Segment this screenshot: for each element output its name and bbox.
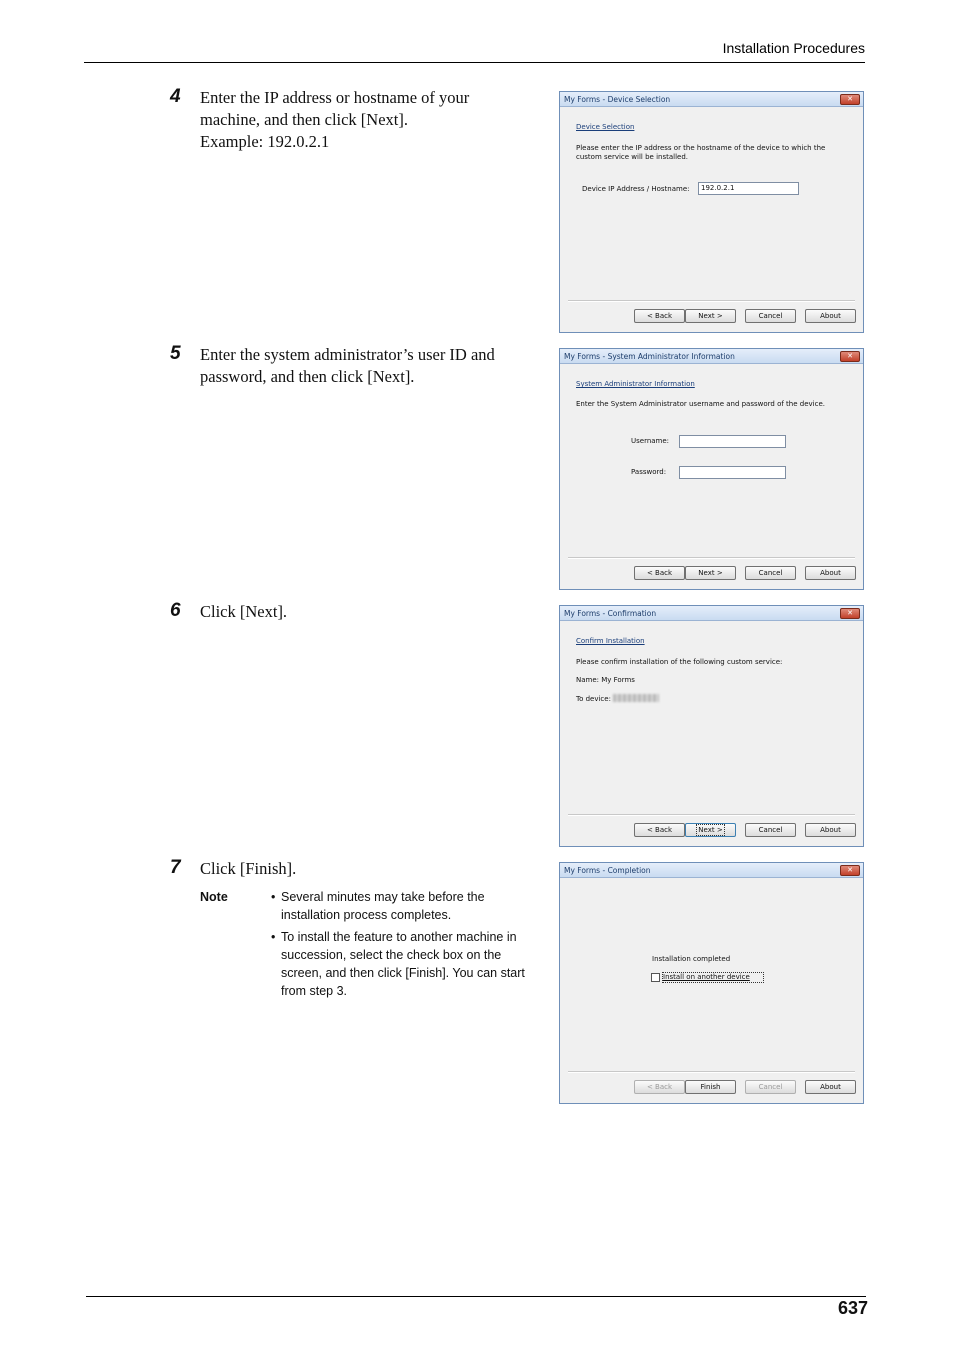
dialog-description: Please confirm installation of the follo… xyxy=(576,658,783,666)
dialog-separator xyxy=(568,300,855,302)
about-button[interactable]: About xyxy=(805,566,856,580)
target-device-line: To device: xyxy=(576,694,846,704)
step-4-text: Enter the IP address or hostname of your… xyxy=(200,87,535,153)
install-another-checkbox[interactable] xyxy=(651,973,660,982)
page-number: 637 xyxy=(837,1298,868,1318)
button-label: About xyxy=(820,1083,841,1091)
completion-dialog: My Forms - Completion ✕ Installation com… xyxy=(559,862,864,1104)
step-line: Click [Next]. xyxy=(200,602,288,621)
dialog-title: My Forms - Completion xyxy=(564,866,651,875)
next-button[interactable]: Next > xyxy=(685,566,736,580)
back-button[interactable]: < Back xyxy=(634,566,685,580)
button-label: Cancel xyxy=(758,312,783,320)
step-5-text: Enter the system administrator’s user ID… xyxy=(200,344,535,388)
header-rule xyxy=(84,62,865,63)
back-button[interactable]: < Back xyxy=(634,309,685,323)
dialog-separator xyxy=(568,557,855,559)
step-line: Enter the IP address or hostname of your xyxy=(200,88,470,107)
button-label: Finish xyxy=(700,1083,721,1091)
next-button[interactable]: Next > xyxy=(685,309,736,323)
step-7-text: Click [Finish]. xyxy=(200,858,535,880)
device-address-label: Device IP Address / Hostname: xyxy=(582,185,690,193)
cancel-button[interactable]: Cancel xyxy=(745,566,796,580)
step-6-number: 6 xyxy=(170,600,181,621)
device-address-input[interactable]: 192.0.2.1 xyxy=(698,182,799,195)
note-list: Several minutes may take before the inst… xyxy=(270,888,542,1004)
close-icon[interactable]: ✕ xyxy=(840,608,860,619)
button-label: < Back xyxy=(646,826,673,834)
back-button[interactable]: < Back xyxy=(634,823,685,837)
dialog-separator xyxy=(568,814,855,816)
step-line: password, and then click [Next]. xyxy=(200,367,415,386)
step-line: machine, and then click [Next]. xyxy=(200,110,408,129)
confirmation-dialog: My Forms - Confirmation ✕ Confirm Instal… xyxy=(559,605,864,847)
next-button[interactable]: Next > xyxy=(685,823,736,837)
dialog-heading: Device Selection xyxy=(576,123,635,131)
redacted-device-address xyxy=(612,694,659,702)
dialog-separator xyxy=(568,1071,855,1073)
dialog-title: My Forms - System Administrator Informat… xyxy=(564,352,735,361)
button-label: Cancel xyxy=(758,1083,783,1091)
dialog-heading: System Administrator Information xyxy=(576,380,695,388)
close-icon[interactable]: ✕ xyxy=(840,94,860,105)
dialog-title-bar: My Forms - System Administrator Informat… xyxy=(560,349,863,364)
dialog-title-bar: My Forms - Confirmation ✕ xyxy=(560,606,863,621)
admin-info-dialog: My Forms - System Administrator Informat… xyxy=(559,348,864,590)
button-label: < Back xyxy=(646,569,673,577)
step-5-number: 5 xyxy=(170,343,181,364)
page-header-title: Installation Procedures xyxy=(722,40,865,56)
username-label: Username: xyxy=(631,437,670,445)
dialog-title: My Forms - Device Selection xyxy=(564,95,671,104)
target-device-label: To device: xyxy=(576,695,611,703)
back-button[interactable]: < Back xyxy=(634,1080,685,1094)
close-icon[interactable]: ✕ xyxy=(840,865,860,876)
completion-message: Installation completed xyxy=(652,955,731,963)
button-label: Next > xyxy=(698,312,723,320)
close-icon[interactable]: ✕ xyxy=(840,351,860,362)
device-selection-dialog: My Forms - Device Selection ✕ Device Sel… xyxy=(559,91,864,333)
step-line: Click [Finish]. xyxy=(200,859,297,878)
button-label: About xyxy=(820,569,841,577)
about-button[interactable]: About xyxy=(805,1080,856,1094)
step-7-number: 7 xyxy=(170,857,181,878)
about-button[interactable]: About xyxy=(805,823,856,837)
button-label: Cancel xyxy=(758,826,783,834)
dialog-title-bar: My Forms - Completion ✕ xyxy=(560,863,863,878)
install-another-label[interactable]: Install on another device xyxy=(662,972,764,983)
note-item: Several minutes may take before the inst… xyxy=(270,888,542,924)
cancel-button[interactable]: Cancel xyxy=(745,309,796,323)
button-label: < Back xyxy=(646,1083,673,1091)
footer-rule xyxy=(86,1296,866,1297)
button-label: < Back xyxy=(646,312,673,320)
about-button[interactable]: About xyxy=(805,309,856,323)
step-line: Enter the system administrator’s user ID… xyxy=(200,345,495,364)
cancel-button[interactable]: Cancel xyxy=(745,1080,796,1094)
button-label: Next > xyxy=(698,569,723,577)
service-name-line: Name: My Forms xyxy=(576,676,635,684)
finish-button[interactable]: Finish xyxy=(685,1080,736,1094)
dialog-description: Please enter the IP address or the hostn… xyxy=(576,144,826,161)
button-label: Next > xyxy=(696,824,725,836)
note-label: Note xyxy=(200,890,228,904)
step-6-text: Click [Next]. xyxy=(200,601,535,623)
password-input[interactable] xyxy=(679,466,786,479)
note-item: To install the feature to another machin… xyxy=(270,928,542,1000)
cancel-button[interactable]: Cancel xyxy=(745,823,796,837)
step-4-number: 4 xyxy=(170,86,181,107)
button-label: Cancel xyxy=(758,569,783,577)
dialog-title: My Forms - Confirmation xyxy=(564,609,657,618)
dialog-title-bar: My Forms - Device Selection ✕ xyxy=(560,92,863,107)
password-label: Password: xyxy=(631,468,667,476)
button-label: About xyxy=(820,312,841,320)
step-line: Example: 192.0.2.1 xyxy=(200,132,330,151)
username-input[interactable] xyxy=(679,435,786,448)
dialog-heading: Confirm Installation xyxy=(576,637,645,645)
button-label: About xyxy=(820,826,841,834)
dialog-description: Enter the System Administrator username … xyxy=(576,400,825,408)
